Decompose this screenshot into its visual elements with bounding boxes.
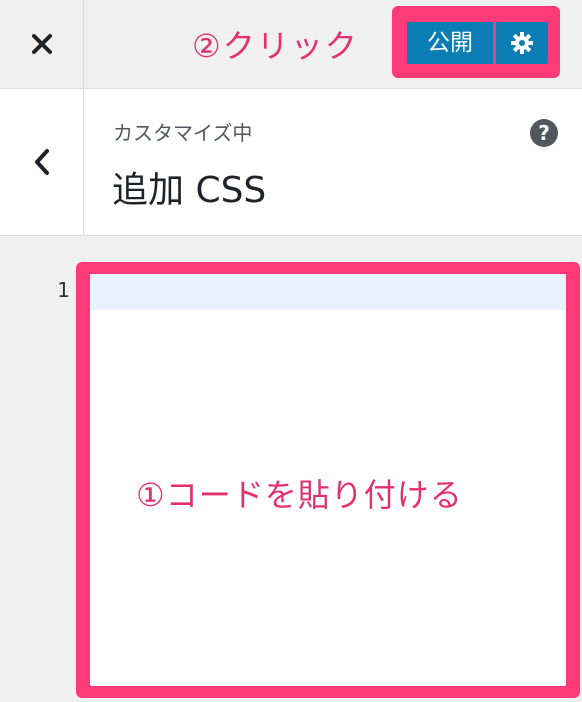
css-editor-highlight: ①コードを貼り付ける [76,262,580,698]
section-title: 追加 CSS [112,170,267,211]
gear-icon [511,32,533,54]
line-number: 1 [57,278,70,302]
customizer-header: ②クリック 公開 [0,0,582,89]
css-code-editor[interactable]: ①コードを貼り付ける [90,274,566,686]
back-button[interactable] [0,89,84,235]
help-icon[interactable]: ? [530,119,558,147]
close-icon [31,34,52,54]
publish-button[interactable]: 公開 [407,22,493,64]
section-header: カスタマイズ中 追加 CSS ? [0,89,582,236]
annotation-paste: ①コードを貼り付ける [136,476,463,514]
chevron-left-icon [34,149,49,175]
annotation-click: ②クリック [192,27,359,65]
close-button[interactable] [0,0,84,88]
active-line [90,274,566,310]
publish-settings-button[interactable] [496,22,548,64]
customizing-label: カスタマイズ中 [113,121,253,145]
